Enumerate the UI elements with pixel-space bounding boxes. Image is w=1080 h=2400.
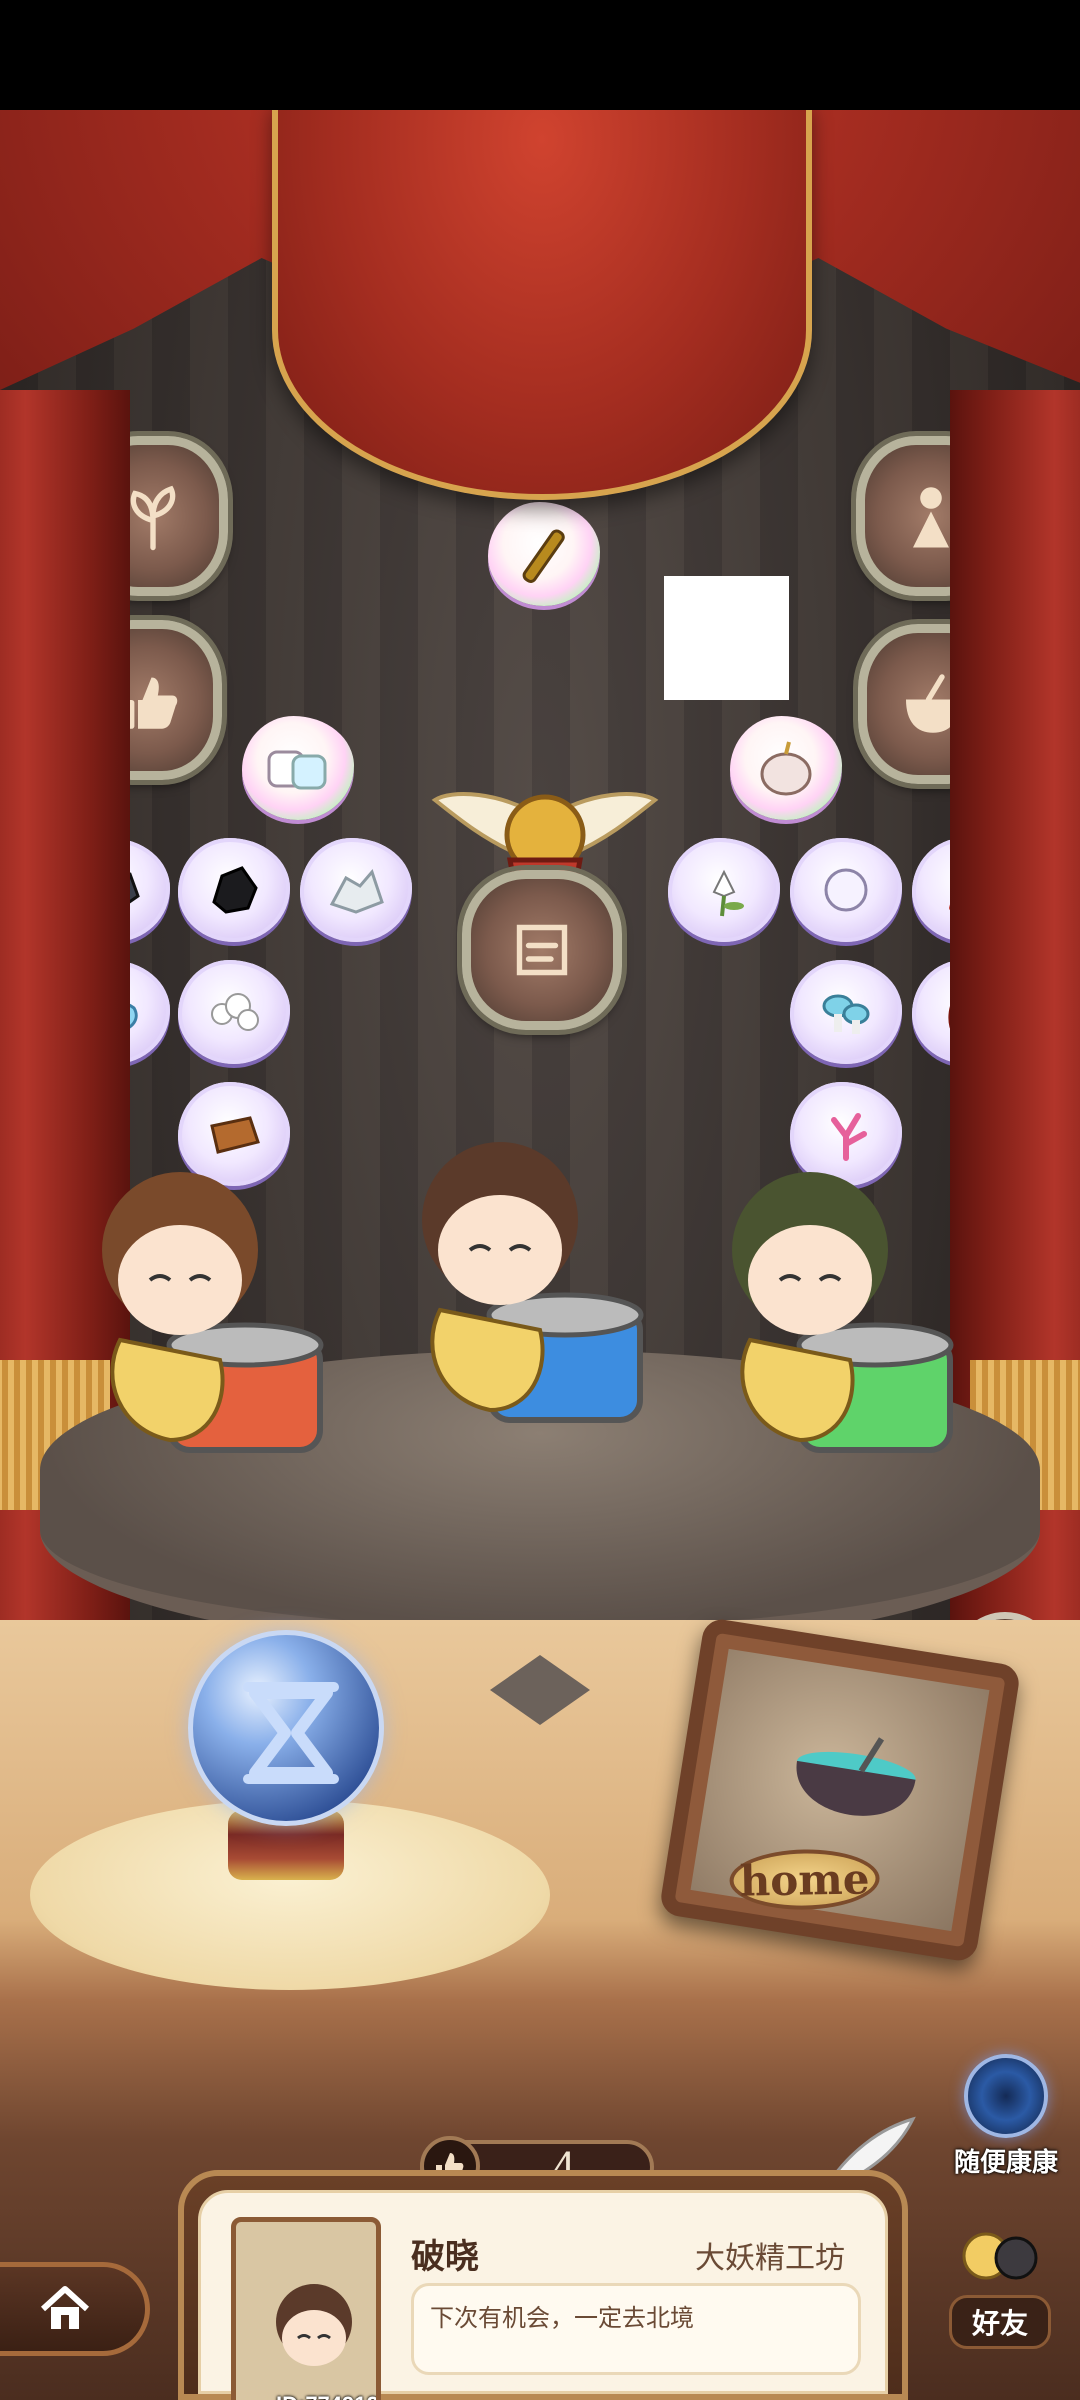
friends-label: 好友: [948, 2295, 1051, 2349]
guild-name[interactable]: 大妖精工坊: [695, 2233, 845, 2277]
scroll-icon: [516, 924, 568, 976]
golden-wand-bubble[interactable]: [488, 502, 600, 606]
random-visit-label: 随便康康: [953, 2147, 1058, 2177]
avatar[interactable]: ID:7749123: [231, 2217, 381, 2400]
friends-button[interactable]: 好友: [930, 2220, 1070, 2349]
character-leaf-can[interactable]: [710, 1140, 970, 1470]
random-visit-button[interactable]: 随便康康: [948, 2054, 1064, 2177]
portal-icon: [964, 2054, 1048, 2138]
garlic-bubble[interactable]: [730, 716, 842, 820]
white-coral-icon: [211, 993, 259, 1031]
character-water-can[interactable]: [400, 1110, 660, 1440]
bubble-item-right-1[interactable]: [668, 838, 780, 942]
silver-ore-icon: [329, 869, 384, 914]
home-button[interactable]: [0, 2262, 150, 2356]
character-fire-can[interactable]: [80, 1140, 340, 1470]
home-picture-frame[interactable]: home: [658, 1616, 1022, 1964]
user-id: ID:7749123: [276, 2392, 376, 2400]
hourglass-icon: [243, 1682, 339, 1784]
bubble-item-right-2[interactable]: [790, 838, 902, 942]
blank-card: [664, 576, 789, 700]
bubble-item-left-5[interactable]: [178, 960, 290, 1064]
home-label: home: [729, 1848, 881, 1911]
black-ore-icon: [212, 866, 258, 914]
user-name: 破晓: [411, 2238, 479, 2276]
bubble-item-left-3[interactable]: [300, 838, 412, 942]
profile-card[interactable]: ID:7749123 破晓 大妖精工坊 下次有机会，一定去北境: [178, 2170, 908, 2400]
pearl-icon: [824, 868, 868, 912]
profile-message[interactable]: 下次有机会，一定去北境: [411, 2283, 861, 2375]
marshmallow-icon: [267, 750, 327, 790]
friends-icon: [962, 2232, 1038, 2280]
wand-icon: [522, 529, 565, 583]
marshmallow-bubble[interactable]: [242, 716, 354, 820]
garlic-icon: [760, 741, 812, 796]
scroll-medal[interactable]: [462, 870, 622, 1030]
curtain-center-drape: [272, 110, 812, 500]
cauldron-icon: [796, 1737, 916, 1816]
bubble-item-left-2[interactable]: [178, 838, 290, 942]
bubble-item-right-4[interactable]: [790, 960, 902, 1064]
crystal-ball-button[interactable]: [188, 1630, 384, 1826]
home-icon: [40, 2286, 90, 2329]
lily-flower-icon: [712, 869, 744, 917]
avatar-character: [276, 2284, 352, 2366]
blue-mushroom-icon: [822, 994, 870, 1034]
status-bar: [0, 0, 1080, 110]
